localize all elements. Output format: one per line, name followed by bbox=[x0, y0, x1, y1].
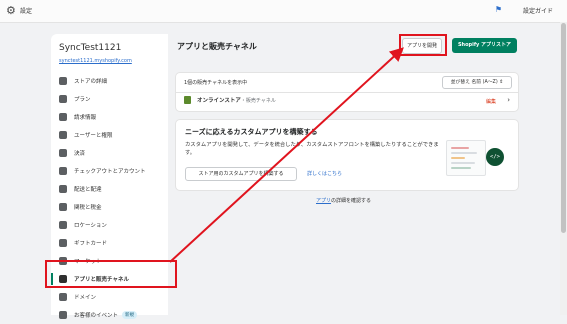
build-custom-app-button[interactable]: ストア用のカスタムアプリを構築する bbox=[185, 167, 297, 181]
highlight-box-sidebar bbox=[45, 260, 177, 288]
sidebar-item-6[interactable]: 配送と配達 bbox=[51, 180, 168, 198]
apps-link[interactable]: アプリ bbox=[316, 198, 331, 204]
checkout-icon bbox=[59, 167, 67, 175]
sidebar-item-label: 配送と配達 bbox=[74, 187, 102, 193]
online-store-row[interactable]: オンラインストア ・販売チャネル bbox=[184, 96, 276, 104]
sidebar-item-9[interactable]: ギフトカード bbox=[51, 234, 168, 252]
sidebar-item-8[interactable]: ロケーション bbox=[51, 216, 168, 234]
window-title: 設定 bbox=[20, 8, 33, 15]
payment-icon bbox=[59, 149, 67, 157]
scrollbar[interactable] bbox=[560, 22, 567, 315]
sales-channels-card: 1個の販売チャネルを表示中 並び替え 名前 (A〜Z) ⇕ オンラインストア ・… bbox=[176, 73, 518, 111]
custom-app-card: ニーズに応えるカスタムアプリを構築する カスタムアプリを開発して、データを統合し… bbox=[176, 120, 518, 190]
sidebar-item-label: ストアの詳細 bbox=[74, 79, 108, 85]
sidebar-item-0[interactable]: ストアの詳細 bbox=[51, 72, 168, 90]
domain-icon bbox=[59, 293, 67, 301]
shopping-bag-icon bbox=[184, 96, 191, 104]
learn-more-link[interactable]: 詳しくはこちら bbox=[307, 170, 342, 177]
gift-card-icon bbox=[59, 239, 67, 247]
chevron-right-icon[interactable]: › bbox=[507, 96, 510, 104]
edit-link[interactable]: 編集 bbox=[486, 98, 496, 105]
plan-icon bbox=[59, 95, 67, 103]
sidebar-item-label: 関税と税金 bbox=[74, 205, 102, 211]
page-title: アプリと販売チャネル bbox=[177, 42, 257, 51]
sidebar-item-label: 決済 bbox=[74, 151, 86, 157]
sidebar-item-7[interactable]: 関税と税金 bbox=[51, 198, 168, 216]
new-badge: 新規 bbox=[122, 311, 138, 319]
sidebar-item-label: ユーザーと権限 bbox=[74, 133, 113, 139]
shipping-icon bbox=[59, 185, 67, 193]
sidebar-item-label: ドメイン bbox=[74, 295, 97, 301]
sidebar-item-4[interactable]: 決済 bbox=[51, 144, 168, 162]
learn-about-apps: アプリの詳細を確認する bbox=[316, 197, 371, 204]
flag-icon: ⚑ bbox=[494, 5, 502, 14]
setup-guide-link[interactable]: 設定ガイド bbox=[523, 6, 553, 15]
store-name: SyncTest1121 bbox=[59, 43, 122, 53]
sidebar-item-2[interactable]: 請求情報 bbox=[51, 108, 168, 126]
sidebar-item-label: お客様のイベント bbox=[74, 313, 119, 319]
divider bbox=[176, 92, 518, 93]
sidebar-item-label: ロケーション bbox=[74, 223, 107, 229]
billing-icon bbox=[59, 113, 67, 121]
top-bar: ⚙ 設定 ⚑ 設定ガイド bbox=[0, 0, 567, 23]
highlight-box-develop bbox=[399, 34, 447, 56]
tax-icon bbox=[59, 203, 67, 211]
sidebar-item-label: 請求情報 bbox=[74, 115, 97, 121]
store-url-link[interactable]: synctest1121.myshopify.com bbox=[59, 58, 132, 64]
learn-about-apps-text: の詳細を確認する bbox=[331, 198, 372, 204]
custom-app-heading: ニーズに応えるカスタムアプリを構築する bbox=[185, 128, 318, 136]
sidebar-item-12[interactable]: ドメイン bbox=[51, 288, 168, 306]
sidebar-item-label: プラン bbox=[74, 97, 91, 103]
location-icon bbox=[59, 221, 67, 229]
sort-select[interactable]: 並び替え 名前 (A〜Z) ⇕ bbox=[442, 76, 512, 89]
user-icon bbox=[59, 131, 67, 139]
sidebar-item-label: チェックアウトとアカウント bbox=[74, 169, 146, 175]
custom-app-description: カスタムアプリを開発して、データを統合したり、カスタムストアフロントを構築したり… bbox=[185, 142, 439, 156]
event-icon bbox=[59, 311, 67, 319]
code-icon: </> bbox=[486, 148, 504, 166]
scrollbar-thumb[interactable] bbox=[561, 23, 566, 233]
online-store-label: オンラインストア bbox=[197, 98, 241, 104]
sidebar-item-5[interactable]: チェックアウトとアカウント bbox=[51, 162, 168, 180]
sidebar-item-1[interactable]: プラン bbox=[51, 90, 168, 108]
sidebar-item-13[interactable]: お客様のイベント 新規 bbox=[51, 306, 168, 324]
gear-icon: ⚙ bbox=[6, 4, 16, 17]
sidebar-item-label: ギフトカード bbox=[74, 241, 108, 247]
store-icon bbox=[59, 77, 67, 85]
main-content: アプリと販売チャネル アプリを開発 Shopify アプリストア 1個の販売チャ… bbox=[168, 34, 546, 315]
sidebar-item-3[interactable]: ユーザーと権限 bbox=[51, 126, 168, 144]
online-store-sub: ・販売チャネル bbox=[240, 97, 276, 104]
code-illustration: </> bbox=[444, 134, 506, 182]
app-store-button[interactable]: Shopify アプリストア bbox=[452, 38, 517, 53]
channel-count-text: 1個の販売チャネルを表示中 bbox=[184, 80, 248, 86]
document-illustration bbox=[446, 140, 486, 176]
